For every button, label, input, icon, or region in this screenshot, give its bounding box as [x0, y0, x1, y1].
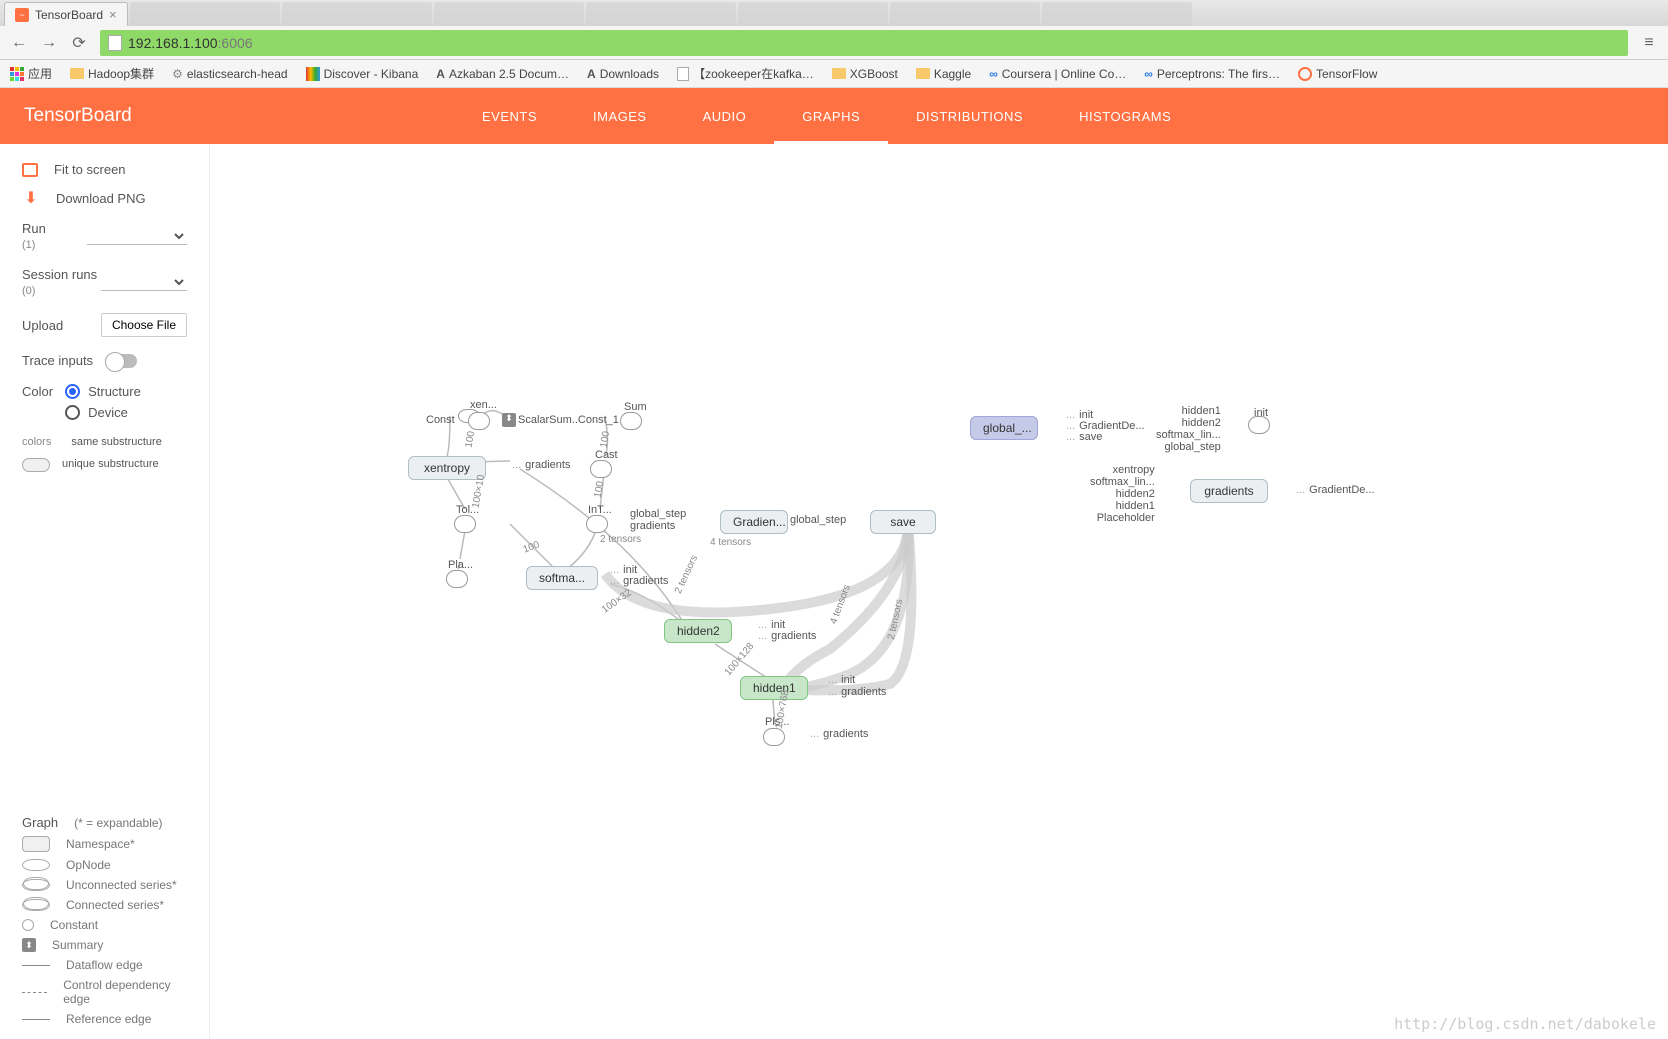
session-select[interactable] [101, 273, 187, 291]
browser-tab-inactive[interactable] [738, 2, 888, 26]
gradients-ann2: gradients [630, 520, 675, 532]
choose-file-button[interactable]: Choose File [101, 313, 187, 337]
back-button[interactable]: ← [10, 34, 28, 52]
tab-audio[interactable]: AUDIO [675, 88, 775, 144]
upload-row: Upload Choose File [0, 305, 209, 345]
tab-events[interactable]: EVENTS [454, 88, 565, 144]
bookmark-item[interactable]: Kaggle [916, 67, 971, 81]
color-device-radio[interactable]: Device [65, 405, 141, 420]
tab-title: TensorBoard [35, 8, 103, 22]
apps-button[interactable]: 应用 [10, 65, 52, 82]
controls-sidebar: Fit to screen ⬇Download PNG Run(1) Sessi… [0, 144, 210, 1039]
bookmark-item[interactable]: ADownloads [587, 67, 659, 81]
forward-button[interactable]: → [40, 34, 58, 52]
bookmarks-bar: 应用 Hadoop集群 ⚙elasticsearch-head Discover… [0, 60, 1668, 88]
global-step-label: global_step [790, 514, 846, 526]
int-node[interactable] [586, 515, 608, 533]
xentropy-node[interactable]: xentropy [408, 456, 486, 480]
gradients-node[interactable]: gradients [1190, 479, 1268, 503]
session-selector-row: Session runs (0) [0, 259, 209, 305]
graph-legend: Graph(* = expandable) Namespace* OpNode … [0, 812, 209, 1029]
grad-ann-h1: gradients [828, 686, 886, 698]
graph-canvas[interactable]: Const xen... ⬍ ScalarSum..Const_1 Sum xe… [210, 144, 1668, 1039]
browser-tab-inactive[interactable] [1042, 2, 1192, 26]
bookmark-item[interactable]: ∞Perceptrons: The firs… [1144, 67, 1280, 81]
tab-histograms[interactable]: HISTOGRAMS [1051, 88, 1199, 144]
browser-tab-inactive[interactable] [586, 2, 736, 26]
summary-icon: ⬍ [502, 413, 516, 427]
browser-tab-active[interactable]: ~ TensorBoard × [4, 2, 128, 26]
gradien-node[interactable]: Gradien... [720, 510, 788, 534]
download-png-button[interactable]: ⬇Download PNG [0, 183, 209, 213]
url-input[interactable]: 192.168.1.100:6006 [100, 30, 1628, 56]
url-text: 192.168.1.100:6006 [128, 35, 253, 51]
tol-node[interactable] [454, 515, 476, 533]
cast-node[interactable] [590, 460, 612, 478]
global-node[interactable]: global_... [970, 416, 1038, 440]
trace-label: Trace inputs [22, 353, 93, 368]
fit-to-screen-button[interactable]: Fit to screen [0, 156, 209, 183]
tensorboard-header: TensorBoard EVENTS IMAGES AUDIO GRAPHS D… [0, 88, 1668, 144]
upload-label: Upload [22, 318, 63, 333]
header-tabs: EVENTS IMAGES AUDIO GRAPHS DISTRIBUTIONS… [454, 88, 1199, 144]
fit-icon [22, 163, 38, 177]
browser-tab-inactive[interactable] [434, 2, 584, 26]
bookmark-item[interactable]: 【zookeeper在kafka… [677, 65, 814, 82]
menu-button[interactable]: ≡ [1640, 34, 1658, 52]
gradients-pls: gradients [810, 728, 868, 740]
gradients-ann: gradients [512, 459, 570, 471]
bookmark-item[interactable]: Discover - Kibana [306, 67, 419, 81]
browser-tab-inactive[interactable] [890, 2, 1040, 26]
brand-title: TensorBoard [24, 105, 454, 127]
save-node[interactable]: save [870, 510, 936, 534]
scalar-label: ScalarSum..Const_1 [518, 414, 619, 426]
run-select[interactable] [87, 227, 187, 245]
tab-graphs[interactable]: GRAPHS [774, 88, 888, 144]
graph-edges [210, 144, 1668, 1039]
bookmark-item[interactable]: ∞Coursera | Online Co… [989, 67, 1126, 81]
color-structure-radio[interactable]: Structure [65, 384, 141, 399]
colors-legend-row: colors same substructure [0, 428, 209, 456]
xen-label: xen... [470, 399, 497, 411]
bookmark-item[interactable]: TensorFlow [1298, 67, 1377, 81]
hidden2-node[interactable]: hidden2 [664, 619, 732, 643]
tab-images[interactable]: IMAGES [565, 88, 675, 144]
page-icon [108, 35, 122, 51]
init-ann-h1: init [828, 674, 855, 686]
trace-toggle[interactable] [105, 354, 137, 368]
reload-button[interactable]: ⟳ [70, 34, 88, 52]
global-step-ann: global_step [630, 508, 686, 520]
session-label: Session runs [22, 267, 97, 282]
hidden1-node[interactable]: hidden1 [740, 676, 808, 700]
close-tab-icon[interactable]: × [109, 7, 117, 22]
softmax-node[interactable]: softma... [526, 566, 598, 590]
watermark-text: http://blog.csdn.net/dabokele [1394, 1015, 1656, 1033]
pla-node[interactable] [446, 570, 468, 588]
color-label: Color [22, 384, 53, 420]
run-selector-row: Run(1) [0, 213, 209, 259]
const-label: Const [426, 414, 455, 426]
grad-ann-h2: gradients [758, 630, 816, 642]
tab-distributions[interactable]: DISTRIBUTIONS [888, 88, 1051, 144]
bookmark-item[interactable]: AAzkaban 2.5 Docum… [436, 67, 569, 81]
download-icon: ⬇ [22, 189, 40, 207]
bookmark-item[interactable]: Hadoop集群 [70, 65, 154, 82]
browser-tab-inactive[interactable] [282, 2, 432, 26]
init-inputs: hidden1 hidden2 softmax_lin... global_st… [1156, 405, 1221, 453]
bookmark-item[interactable]: ⚙elasticsearch-head [172, 67, 288, 81]
xen-node[interactable] [468, 412, 490, 430]
tensorboard-favicon: ~ [15, 8, 29, 22]
color-row: Color Structure Device [0, 376, 209, 428]
sum-node[interactable] [620, 412, 642, 430]
browser-tab-strip: ~ TensorBoard × [0, 0, 1668, 26]
grad-ann-sm: gradients [610, 575, 668, 587]
address-bar: ← → ⟳ 192.168.1.100:6006 ≡ [0, 26, 1668, 60]
trace-inputs-row: Trace inputs [0, 345, 209, 376]
bookmark-item[interactable]: XGBoost [832, 67, 898, 81]
gradients-inputs: xentropy softmax_lin... hidden2 hidden1 … [1090, 464, 1155, 524]
pls-node[interactable] [763, 728, 785, 746]
browser-tab-inactive[interactable] [130, 2, 280, 26]
run-label: Run [22, 221, 46, 236]
